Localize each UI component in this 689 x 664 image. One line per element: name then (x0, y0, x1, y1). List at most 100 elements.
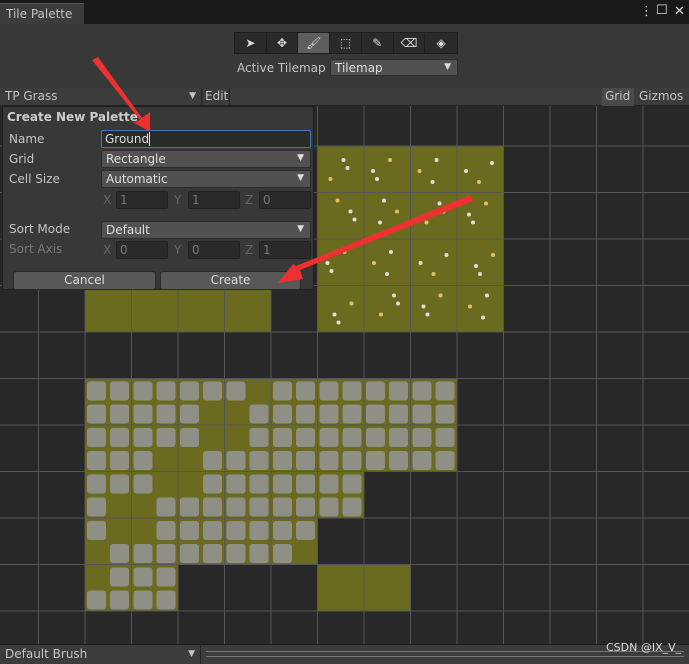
stone-tile (342, 474, 362, 494)
flower-mark (491, 253, 495, 257)
grass-tile (410, 239, 457, 286)
stone-tile (110, 544, 129, 563)
stone-tile (342, 451, 362, 470)
flower-mark (342, 250, 347, 254)
edit-button[interactable]: Edit (202, 88, 230, 106)
name-label: Name (9, 132, 45, 146)
title-bar: Tile Palette ⋮ ☐ ✕ (0, 0, 689, 24)
watermark: CSDN @IX_V_ (606, 641, 682, 654)
stone-tile (296, 497, 315, 517)
grass-tile (410, 146, 457, 193)
stone-tile (110, 381, 129, 401)
stone-tile (203, 544, 222, 563)
stone-tile (133, 567, 153, 587)
stone-tile (319, 497, 339, 517)
stone-tile (342, 497, 362, 517)
grass-tile (364, 285, 411, 332)
stone-tile (389, 404, 408, 424)
grid-toggle[interactable]: Grid (602, 88, 634, 106)
paint-brush-tool[interactable]: 🖌 (298, 33, 331, 53)
box-fill-tool[interactable]: ⬚ (330, 33, 362, 53)
stone-tile (226, 451, 246, 470)
axis-y-label: Y (174, 193, 182, 207)
close-icon[interactable]: ✕ (674, 4, 685, 19)
name-input[interactable]: Ground (101, 130, 311, 148)
stone-tile (342, 404, 362, 424)
create-button[interactable]: Create (160, 271, 301, 290)
sort-axis-y-input: 0 (188, 241, 240, 259)
flower-mark (388, 158, 392, 162)
flower-mark (378, 220, 382, 225)
stone-tile (87, 404, 106, 424)
stone-tile (249, 474, 269, 494)
grass-tile (457, 146, 504, 193)
fill-tool[interactable]: ◈ (425, 33, 457, 53)
gizmos-toggle[interactable]: Gizmos (635, 88, 689, 106)
flower-mark (395, 209, 399, 214)
eraser-tool[interactable]: ⌫ (394, 33, 426, 53)
stone-tile (249, 428, 269, 447)
stone-tile (87, 590, 106, 610)
stone-tile (273, 381, 292, 401)
stone-tile (110, 428, 129, 447)
stone-tile (203, 497, 222, 517)
stone-tile (366, 404, 385, 424)
flower-mark (382, 198, 386, 203)
stone-tile (87, 521, 106, 540)
create-new-palette-dialog: Create New Palette Name Ground Grid Rect… (2, 106, 314, 290)
kebab-icon[interactable]: ⋮ (640, 4, 653, 19)
stone-tile (156, 567, 176, 587)
select-tool[interactable]: ➤ (235, 33, 267, 53)
stone-tile (226, 497, 246, 517)
stone-tile (319, 428, 339, 447)
stone-tile (273, 497, 292, 517)
tab-tile-palette[interactable]: Tile Palette (0, 3, 84, 24)
flower-mark (438, 293, 443, 298)
picker-tool[interactable]: ✎ (362, 33, 394, 53)
stone-tile (249, 497, 269, 517)
chevron-down-icon: ▼ (444, 62, 451, 72)
palette-dropdown[interactable]: TP Grass ▼ (0, 88, 202, 106)
stone-tile (366, 451, 385, 470)
flower-mark (430, 180, 435, 184)
stone-tile (273, 544, 292, 563)
flower-mark (417, 169, 422, 173)
grass-tile (457, 285, 504, 332)
grass-tile (317, 239, 364, 286)
stone-tile (180, 544, 199, 563)
maximize-icon[interactable]: ☐ (656, 3, 668, 18)
move-tool[interactable]: ✥ (267, 33, 299, 53)
cell-size-dropdown[interactable]: Automatic ▼ (101, 170, 311, 188)
stone-tile (156, 544, 176, 563)
cancel-button[interactable]: Cancel (13, 271, 156, 290)
grass-tile (85, 285, 132, 332)
axis-x-label: X (103, 243, 112, 257)
stone-tile (342, 381, 362, 401)
sort-mode-dropdown[interactable]: Default ▼ (101, 221, 311, 239)
stone-tile (296, 404, 315, 424)
stone-tile (296, 521, 315, 540)
grass-tile (410, 192, 457, 239)
flower-mark (371, 169, 375, 173)
stone-tile (87, 381, 106, 401)
bottom-bar: Default Brush ▼ CSDN @IX_V_ (0, 641, 689, 664)
stone-tile (203, 381, 222, 401)
stone-tile (319, 451, 339, 470)
sort-axis-x-input: 0 (116, 241, 168, 259)
sort-axis-z-input: 1 (259, 241, 311, 259)
flower-mark (474, 264, 478, 268)
flower-mark (481, 315, 485, 320)
stone-tile (412, 381, 432, 401)
stone-tile (156, 497, 176, 517)
active-tilemap-dropdown[interactable]: Tilemap ▼ (330, 59, 458, 76)
brush-dropdown[interactable]: Default Brush ▼ (0, 645, 201, 664)
flower-mark (464, 169, 468, 173)
grass-tile (178, 285, 225, 332)
flower-mark (468, 304, 472, 309)
flower-mark (325, 261, 330, 265)
flower-mark (485, 293, 489, 298)
grid-dropdown[interactable]: Rectangle ▼ (101, 150, 311, 168)
axis-x-label: X (103, 193, 112, 207)
stone-tile (226, 474, 246, 494)
stone-tile (110, 451, 129, 470)
